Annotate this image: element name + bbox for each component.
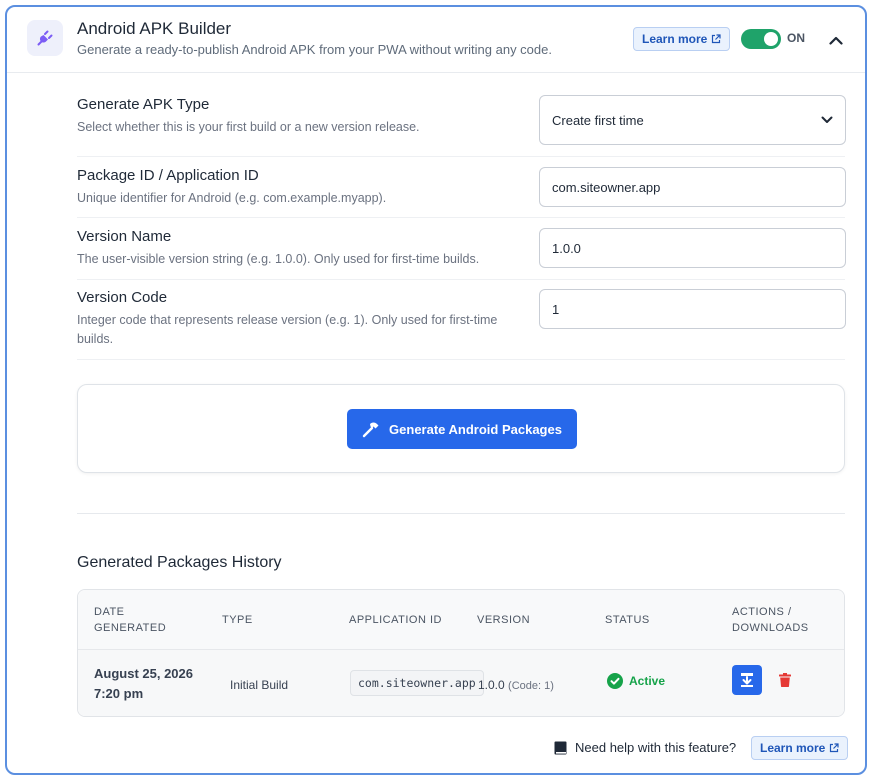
page-subtitle: Generate a ready-to-publish Android APK … — [77, 42, 552, 57]
help-text: Need help with this feature? — [575, 740, 737, 755]
apk-type-select[interactable]: Create first time — [539, 95, 846, 145]
history-table: DATE GENERATED TYPE APPLICATION ID VERSI… — [77, 589, 845, 717]
col-date: DATE GENERATED — [94, 606, 167, 634]
row-date: August 25, 2026 — [94, 666, 193, 681]
apk-type-value: Create first time — [552, 112, 644, 128]
col-version: VERSION — [477, 614, 531, 626]
section-divider — [77, 513, 845, 514]
check-circle-icon — [607, 673, 623, 689]
footer-learn-more-button[interactable]: Learn more — [751, 736, 849, 760]
version-code-hint: Integer code that represents release ver… — [77, 313, 498, 346]
download-icon — [741, 673, 753, 687]
col-status: STATUS — [605, 614, 650, 626]
table-header: DATE GENERATED TYPE APPLICATION ID VERSI… — [78, 590, 844, 650]
generate-packages-button[interactable]: Generate Android Packages — [347, 409, 577, 449]
generate-button-label: Generate Android Packages — [389, 421, 562, 437]
feature-toggle[interactable] — [741, 29, 781, 49]
trash-icon[interactable] — [778, 672, 792, 688]
generate-panel: Generate Android Packages — [77, 384, 845, 473]
col-type: TYPE — [222, 614, 253, 626]
external-link-icon — [830, 743, 839, 753]
row-type: Initial Build — [230, 678, 289, 692]
history-title: Generated Packages History — [77, 554, 282, 571]
external-link-icon — [712, 34, 721, 44]
learn-more-button[interactable]: Learn more — [633, 27, 731, 51]
col-actions: ACTIONS / DOWNLOADS — [732, 606, 809, 634]
package-id-row: Package ID / Application ID Unique ident… — [77, 157, 846, 218]
package-id-value: com.siteowner.app — [552, 179, 661, 195]
book-icon — [554, 741, 567, 754]
row-version-code: (Code: 1) — [508, 680, 554, 692]
version-code-value: 1 — [552, 301, 560, 317]
version-name-row: Version Name The user-visible version st… — [77, 218, 846, 280]
collapse-chevron-up-icon[interactable] — [825, 29, 847, 51]
hammer-icon — [362, 422, 379, 438]
version-name-hint: The user-visible version string (e.g. 1.… — [77, 252, 480, 266]
plug-icon — [27, 20, 63, 56]
version-code-label: Version Code — [77, 289, 168, 306]
apk-type-row: Generate APK Type Select whether this is… — [77, 95, 846, 157]
row-app-id: com.siteowner.app — [350, 670, 484, 696]
apk-builder-card: Android APK Builder Generate a ready-to-… — [5, 5, 867, 775]
version-name-value: 1.0.0 — [552, 240, 581, 256]
version-name-label: Version Name — [77, 228, 172, 245]
row-app-id-text: com.siteowner.app — [358, 676, 476, 690]
package-id-input[interactable]: com.siteowner.app — [539, 167, 846, 207]
download-button[interactable] — [732, 665, 762, 695]
package-id-label: Package ID / Application ID — [77, 167, 259, 184]
status-badge: Active — [607, 673, 665, 689]
table-row: August 25, 2026 7:20 pm Initial Build co… — [78, 650, 844, 716]
status-text: Active — [629, 674, 666, 688]
footer-learn-more-label: Learn more — [760, 741, 826, 755]
version-name-input[interactable]: 1.0.0 — [539, 228, 846, 268]
toggle-knob — [764, 32, 778, 46]
row-version: 1.0.0 — [478, 678, 505, 692]
apk-type-label: Generate APK Type — [77, 96, 210, 113]
card-header: Android APK Builder Generate a ready-to-… — [7, 7, 865, 73]
package-id-hint: Unique identifier for Android (e.g. com.… — [77, 191, 387, 205]
version-code-row: Version Code Integer code that represent… — [77, 280, 846, 360]
col-app-id: APPLICATION ID — [349, 614, 442, 626]
row-time: 7:20 pm — [94, 686, 144, 701]
help-row: Need help with this feature? — [554, 740, 736, 755]
chevron-down-icon — [821, 116, 833, 123]
row-version-cell: 1.0.0 (Code: 1) — [478, 678, 554, 692]
toggle-label: ON — [787, 31, 805, 45]
page-title: Android APK Builder — [77, 19, 232, 38]
learn-more-label: Learn more — [642, 32, 708, 46]
apk-type-hint: Select whether this is your first build … — [77, 120, 420, 134]
version-code-input[interactable]: 1 — [539, 289, 846, 329]
